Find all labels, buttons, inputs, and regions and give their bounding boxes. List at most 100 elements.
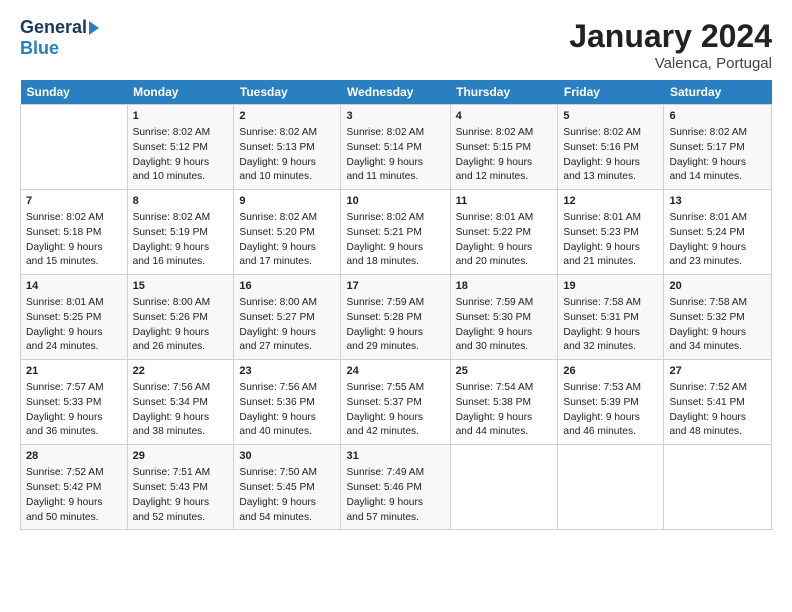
day-info: and 10 minutes. xyxy=(133,170,229,185)
day-header-thursday: Thursday xyxy=(450,80,558,105)
day-info: Sunset: 5:37 PM xyxy=(346,396,444,411)
page: General Blue January 2024 Valenca, Portu… xyxy=(0,0,792,612)
day-number: 7 xyxy=(26,194,122,210)
day-header-saturday: Saturday xyxy=(664,80,772,105)
day-number: 13 xyxy=(669,194,766,210)
calendar-subtitle: Valenca, Portugal xyxy=(569,55,772,72)
day-info: Sunrise: 8:02 AM xyxy=(346,126,444,141)
day-info: Sunrise: 8:02 AM xyxy=(346,211,444,226)
day-info: Sunrise: 8:02 AM xyxy=(563,126,658,141)
day-header-monday: Monday xyxy=(127,80,234,105)
day-info: Daylight: 9 hours xyxy=(239,326,335,341)
week-row-1: 1Sunrise: 8:02 AMSunset: 5:12 PMDaylight… xyxy=(21,105,772,190)
day-number: 31 xyxy=(346,449,444,465)
calendar-cell: 23Sunrise: 7:56 AMSunset: 5:36 PMDayligh… xyxy=(234,360,341,445)
calendar-cell: 1Sunrise: 8:02 AMSunset: 5:12 PMDaylight… xyxy=(127,105,234,190)
day-info: Sunrise: 7:51 AM xyxy=(133,466,229,481)
day-number: 8 xyxy=(133,194,229,210)
day-info: Sunrise: 7:56 AM xyxy=(239,381,335,396)
day-info: and 42 minutes. xyxy=(346,425,444,440)
calendar-title: January 2024 xyxy=(569,18,772,55)
day-info: Sunset: 5:22 PM xyxy=(456,226,553,241)
calendar-cell: 7Sunrise: 8:02 AMSunset: 5:18 PMDaylight… xyxy=(21,190,128,275)
day-number: 5 xyxy=(563,109,658,125)
day-info: Sunset: 5:16 PM xyxy=(563,141,658,156)
day-info: Sunrise: 8:01 AM xyxy=(563,211,658,226)
day-number: 22 xyxy=(133,364,229,380)
day-info: Sunrise: 7:54 AM xyxy=(456,381,553,396)
day-number: 18 xyxy=(456,279,553,295)
day-info: Sunset: 5:21 PM xyxy=(346,226,444,241)
header-row: SundayMondayTuesdayWednesdayThursdayFrid… xyxy=(21,80,772,105)
day-info: Sunrise: 8:00 AM xyxy=(239,296,335,311)
week-row-3: 14Sunrise: 8:01 AMSunset: 5:25 PMDayligh… xyxy=(21,275,772,360)
calendar-cell: 22Sunrise: 7:56 AMSunset: 5:34 PMDayligh… xyxy=(127,360,234,445)
day-info: Sunrise: 8:02 AM xyxy=(133,126,229,141)
day-info: Daylight: 9 hours xyxy=(239,496,335,511)
day-info: Sunrise: 7:55 AM xyxy=(346,381,444,396)
day-number: 3 xyxy=(346,109,444,125)
day-info: Sunrise: 7:50 AM xyxy=(239,466,335,481)
day-info: Daylight: 9 hours xyxy=(346,241,444,256)
day-info: and 46 minutes. xyxy=(563,425,658,440)
day-info: and 26 minutes. xyxy=(133,340,229,355)
day-info: Sunset: 5:32 PM xyxy=(669,311,766,326)
day-info: Daylight: 9 hours xyxy=(563,326,658,341)
day-info: Sunset: 5:20 PM xyxy=(239,226,335,241)
day-info: and 32 minutes. xyxy=(563,340,658,355)
day-number: 17 xyxy=(346,279,444,295)
day-number: 6 xyxy=(669,109,766,125)
day-info: and 18 minutes. xyxy=(346,255,444,270)
day-info: and 12 minutes. xyxy=(456,170,553,185)
day-info: Daylight: 9 hours xyxy=(456,156,553,171)
day-info: Daylight: 9 hours xyxy=(239,241,335,256)
day-header-sunday: Sunday xyxy=(21,80,128,105)
logo-text: General xyxy=(20,18,99,38)
calendar-cell: 5Sunrise: 8:02 AMSunset: 5:16 PMDaylight… xyxy=(558,105,664,190)
day-number: 4 xyxy=(456,109,553,125)
calendar-cell: 26Sunrise: 7:53 AMSunset: 5:39 PMDayligh… xyxy=(558,360,664,445)
calendar-cell xyxy=(450,445,558,530)
day-number: 28 xyxy=(26,449,122,465)
week-row-2: 7Sunrise: 8:02 AMSunset: 5:18 PMDaylight… xyxy=(21,190,772,275)
day-info: Sunset: 5:25 PM xyxy=(26,311,122,326)
day-info: and 10 minutes. xyxy=(239,170,335,185)
day-info: and 24 minutes. xyxy=(26,340,122,355)
day-number: 27 xyxy=(669,364,766,380)
day-info: Sunset: 5:28 PM xyxy=(346,311,444,326)
day-info: Daylight: 9 hours xyxy=(563,241,658,256)
day-info: Daylight: 9 hours xyxy=(346,411,444,426)
day-number: 16 xyxy=(239,279,335,295)
day-info: Daylight: 9 hours xyxy=(133,496,229,511)
day-info: Sunset: 5:18 PM xyxy=(26,226,122,241)
day-info: Sunrise: 8:02 AM xyxy=(133,211,229,226)
day-number: 29 xyxy=(133,449,229,465)
day-info: Sunset: 5:17 PM xyxy=(669,141,766,156)
day-info: and 20 minutes. xyxy=(456,255,553,270)
day-info: Sunrise: 7:49 AM xyxy=(346,466,444,481)
day-header-friday: Friday xyxy=(558,80,664,105)
day-info: and 14 minutes. xyxy=(669,170,766,185)
day-info: Daylight: 9 hours xyxy=(563,156,658,171)
day-info: Daylight: 9 hours xyxy=(26,411,122,426)
day-info: Daylight: 9 hours xyxy=(26,241,122,256)
day-info: Sunrise: 7:57 AM xyxy=(26,381,122,396)
calendar-cell: 2Sunrise: 8:02 AMSunset: 5:13 PMDaylight… xyxy=(234,105,341,190)
day-info: Sunset: 5:26 PM xyxy=(133,311,229,326)
day-info: Sunset: 5:12 PM xyxy=(133,141,229,156)
day-info: and 13 minutes. xyxy=(563,170,658,185)
calendar-table: SundayMondayTuesdayWednesdayThursdayFrid… xyxy=(20,80,772,530)
day-info: Sunset: 5:31 PM xyxy=(563,311,658,326)
day-info: Daylight: 9 hours xyxy=(669,411,766,426)
day-number: 2 xyxy=(239,109,335,125)
calendar-cell: 24Sunrise: 7:55 AMSunset: 5:37 PMDayligh… xyxy=(341,360,450,445)
day-number: 1 xyxy=(133,109,229,125)
day-header-wednesday: Wednesday xyxy=(341,80,450,105)
day-number: 20 xyxy=(669,279,766,295)
day-info: Daylight: 9 hours xyxy=(133,326,229,341)
day-info: Daylight: 9 hours xyxy=(239,411,335,426)
day-info: and 38 minutes. xyxy=(133,425,229,440)
calendar-cell: 19Sunrise: 7:58 AMSunset: 5:31 PMDayligh… xyxy=(558,275,664,360)
day-info: Sunset: 5:33 PM xyxy=(26,396,122,411)
day-info: Sunset: 5:15 PM xyxy=(456,141,553,156)
